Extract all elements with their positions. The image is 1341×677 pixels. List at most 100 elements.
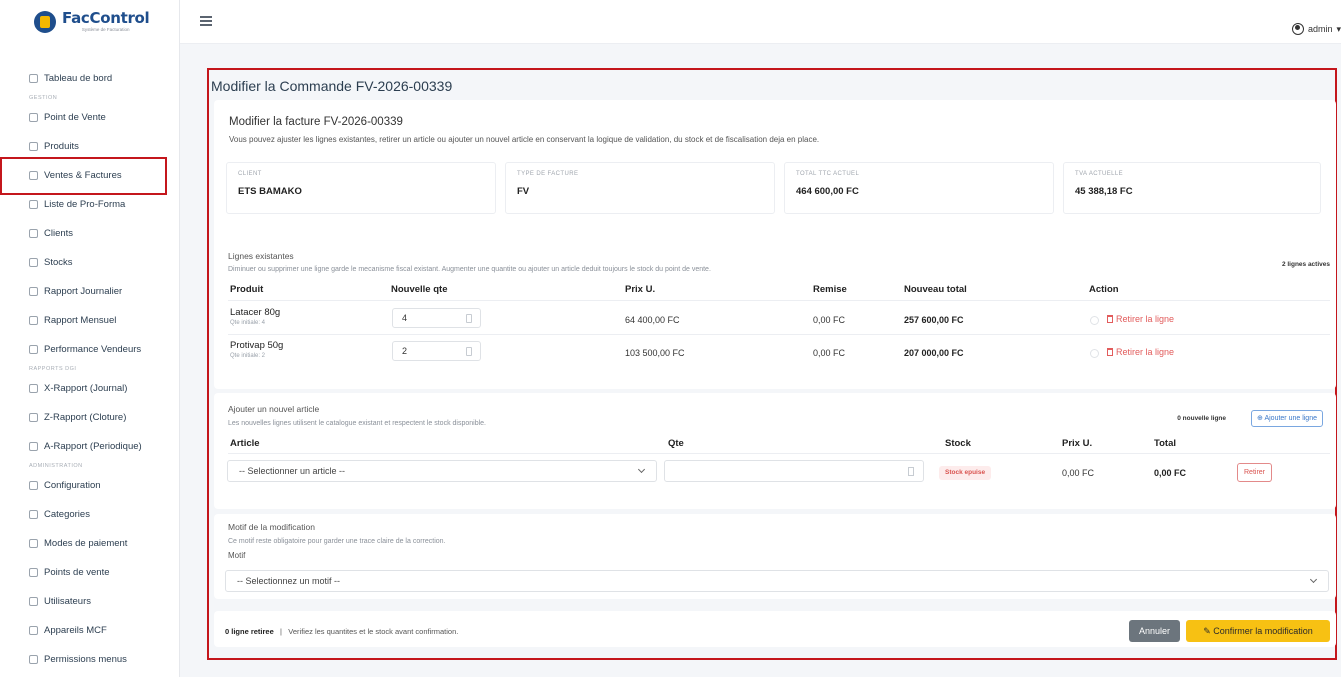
discount: 0,00 FC [813,348,846,358]
sidebar-item-appareils-mcf[interactable]: Appareils MCF [0,616,179,645]
header-action: Action [1089,284,1119,295]
sidebar-item-configuration[interactable]: Configuration [0,471,179,500]
discount: 0,00 FC [813,315,846,325]
footer-actions: 0 ligne retiree | Verifiez les quantites… [214,611,1336,647]
trash-icon [1107,315,1113,323]
sidebar-item-utilisateurs[interactable]: Utilisateurs [0,587,179,616]
line-total: 207 000,00 FC [904,348,964,358]
sidebar-item-stocks[interactable]: Stocks [0,248,179,277]
cancel-button[interactable]: Annuler [1129,620,1180,642]
quantity-input[interactable]: 2 [392,341,481,361]
sidebar-item-permissions-menus[interactable]: Permissions menus [0,645,179,674]
sidebar: FacControl Système de Facturation Tablea… [0,0,180,677]
report-icon [29,413,38,422]
existing-lines-card: Lignes existantes Diminuer ou supprimer … [214,242,1336,389]
stock-icon [29,258,38,267]
lock-icon [29,655,38,664]
sidebar-item-x-rapport[interactable]: X-Rapport (Journal) [0,374,179,403]
caret-down-icon: ▾ [1336,23,1341,34]
trash-icon [1107,348,1113,356]
sidebar-item-points-de-vente[interactable]: Points de vente [0,558,179,587]
header-article: Article [230,438,260,449]
user-name: admin [1307,24,1333,34]
sidebar-highlight [0,157,167,195]
removed-count: 0 ligne retiree [225,627,274,636]
spinner-icon[interactable] [466,314,472,323]
divider [228,334,1330,335]
sidebar-item-clients[interactable]: Clients [0,219,179,248]
store-icon [29,568,38,577]
spinner-icon[interactable] [908,467,914,476]
separator: | [280,627,282,636]
header-prix-u: Prix U. [625,284,656,295]
invoice-summary-card: Modifier la facture FV-2026-00339 Vous p… [214,100,1336,260]
reason-desc: Ce motif reste obligatoire pour garder u… [228,538,446,545]
sidebar-item-dashboard[interactable]: Tableau de bord [0,64,179,93]
reason-card: Motif de la modification Ce motif reste … [214,514,1336,599]
users-icon [29,229,38,238]
document-icon [29,200,38,209]
chart-icon [29,287,38,296]
new-line-count: 0 nouvelle ligne [1177,415,1226,422]
remove-line-button[interactable]: Retirer la ligne [1107,314,1174,324]
sidebar-item-rapport-journalier[interactable]: Rapport Journalier [0,277,179,306]
hamburger-menu-icon[interactable] [200,16,212,26]
device-icon [29,626,38,635]
settings-icon [29,481,38,490]
logo-title: FacControl [62,9,150,28]
article-select[interactable]: -- Selectionner un article -- [227,460,657,482]
reason-title: Motif de la modification [228,522,315,532]
sidebar-section-admin: ADMINISTRATION [29,463,83,469]
logo[interactable]: FacControl Système de Facturation [0,0,179,44]
quantity-input[interactable]: 4 [392,308,481,328]
radio-toggle[interactable] [1090,316,1099,325]
user-menu[interactable]: admin ▾ [1291,23,1341,35]
sidebar-item-performance-vendeurs[interactable]: Performance Vendeurs [0,335,179,364]
tag-icon [29,510,38,519]
remove-new-line-button[interactable]: Retirer [1237,463,1273,482]
spinner-icon[interactable] [466,347,472,356]
new-unit-price: 0,00 FC [1062,468,1095,478]
divider [228,300,1330,301]
footer-hint: Verifiez les quantites et le stock avant… [288,627,459,636]
tva-info: TVA ACTUELLE 45 388,18 FC [1063,162,1321,214]
sidebar-item-z-rapport[interactable]: Z-Rapport (Cloture) [0,403,179,432]
chevron-down-icon [1309,575,1318,584]
confirm-button[interactable]: ✎ Confirmer la modification [1186,620,1330,642]
total-ttc-info: TOTAL TTC ACTUEL 464 600,00 FC [784,162,1054,214]
active-lines-count: 2 lignes actives [1281,261,1330,268]
add-line-button[interactable]: ⊕ Ajouter une ligne [1251,410,1323,427]
quantity-field[interactable] [664,460,924,482]
sidebar-item-point-de-vente[interactable]: Point de Vente [0,103,179,132]
unit-price: 64 400,00 FC [625,315,680,325]
product-name: Protivap 50g [230,340,284,351]
report-icon [29,384,38,393]
product-initial-qty: Qte initiale: 2 [230,353,266,359]
header-qte: Qte [668,438,684,449]
invoice-description: Vous pouvez ajuster les lignes existante… [229,135,820,144]
existing-lines-desc: Diminuer ou supprimer une ligne garde le… [228,266,711,273]
sidebar-item-categories[interactable]: Categories [0,500,179,529]
payment-icon [29,539,38,548]
remove-line-button[interactable]: Retirer la ligne [1107,347,1174,357]
invoice-type-info: TYPE DE FACTURE FV [505,162,775,214]
pencil-icon: ✎ [1203,626,1211,636]
sidebar-item-a-rapport[interactable]: A-Rapport (Periodique) [0,432,179,461]
header-remise: Remise [813,284,847,295]
existing-lines-title: Lignes existantes [228,251,294,261]
main-content: Modifier la Commande FV-2026-00339 Modif… [207,68,1337,660]
header-total: Total [1154,438,1176,449]
user-icon [1291,23,1304,35]
reason-select[interactable]: -- Selectionnez un motif -- [225,570,1329,592]
divider [228,453,1330,454]
header-prix-u: Prix U. [1062,438,1093,449]
sidebar-item-rapport-mensuel[interactable]: Rapport Mensuel [0,306,179,335]
new-article-card: Ajouter un nouvel article Les nouvelles … [214,393,1336,509]
sidebar-item-modes-paiement[interactable]: Modes de paiement [0,529,179,558]
users-icon [29,597,38,606]
unit-price: 103 500,00 FC [625,348,685,358]
radio-toggle[interactable] [1090,349,1099,358]
invoice-title: Modifier la facture FV-2026-00339 [229,116,403,128]
sidebar-section-gestion: GESTION [29,95,58,101]
header-stock: Stock [945,438,971,449]
